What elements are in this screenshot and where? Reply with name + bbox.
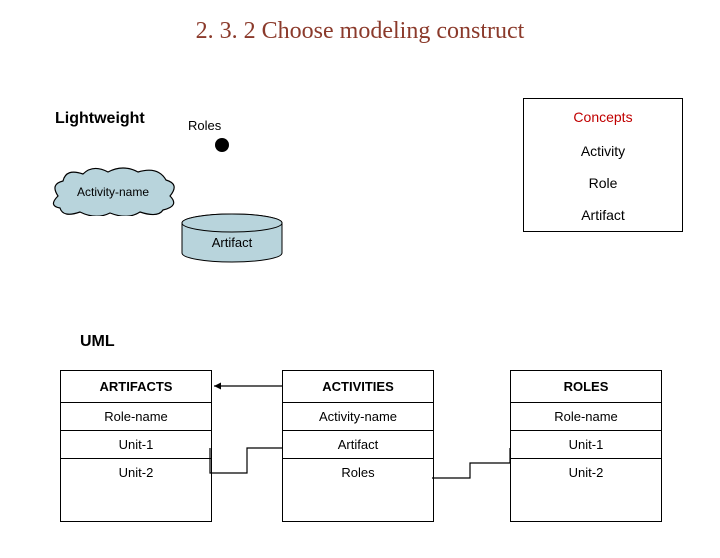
- table-row: Activity-name: [283, 403, 433, 431]
- lightweight-label: Lightweight: [55, 110, 145, 128]
- activity-cloud: Activity-name: [48, 166, 178, 216]
- table-row: Unit-2: [61, 459, 211, 486]
- artifacts-header: ARTIFACTS: [61, 371, 211, 403]
- table-roles: ROLES Role-name Unit-1 Unit-2: [510, 370, 662, 522]
- cloud-text: Activity-name: [77, 185, 149, 199]
- table-activities: ACTIVITIES Activity-name Artifact Roles: [282, 370, 434, 522]
- artifact-cylinder: Artifact: [180, 213, 285, 263]
- table-row: Roles: [283, 459, 433, 486]
- activities-header: ACTIVITIES: [283, 371, 433, 403]
- uml-label: UML: [80, 333, 115, 351]
- page-title: 2. 3. 2 Choose modeling construct: [0, 18, 720, 45]
- table-row: Unit-1: [511, 431, 661, 459]
- concepts-row-role: Role: [524, 167, 682, 199]
- concepts-row-activity: Activity: [524, 135, 682, 167]
- concepts-row-artifact: Artifact: [524, 199, 682, 231]
- table-row: Role-name: [511, 403, 661, 431]
- table-row: Unit-1: [61, 431, 211, 459]
- roles-header: ROLES: [511, 371, 661, 403]
- table-row: Role-name: [61, 403, 211, 431]
- roles-node-label: Roles: [188, 118, 221, 133]
- table-row: Artifact: [283, 431, 433, 459]
- concepts-box: Concepts Activity Role Artifact: [523, 98, 683, 232]
- concepts-header: Concepts: [524, 99, 682, 135]
- roles-dot-icon: [215, 138, 229, 152]
- cylinder-text: Artifact: [212, 235, 253, 250]
- table-row: Unit-2: [511, 459, 661, 486]
- table-artifacts: ARTIFACTS Role-name Unit-1 Unit-2: [60, 370, 212, 522]
